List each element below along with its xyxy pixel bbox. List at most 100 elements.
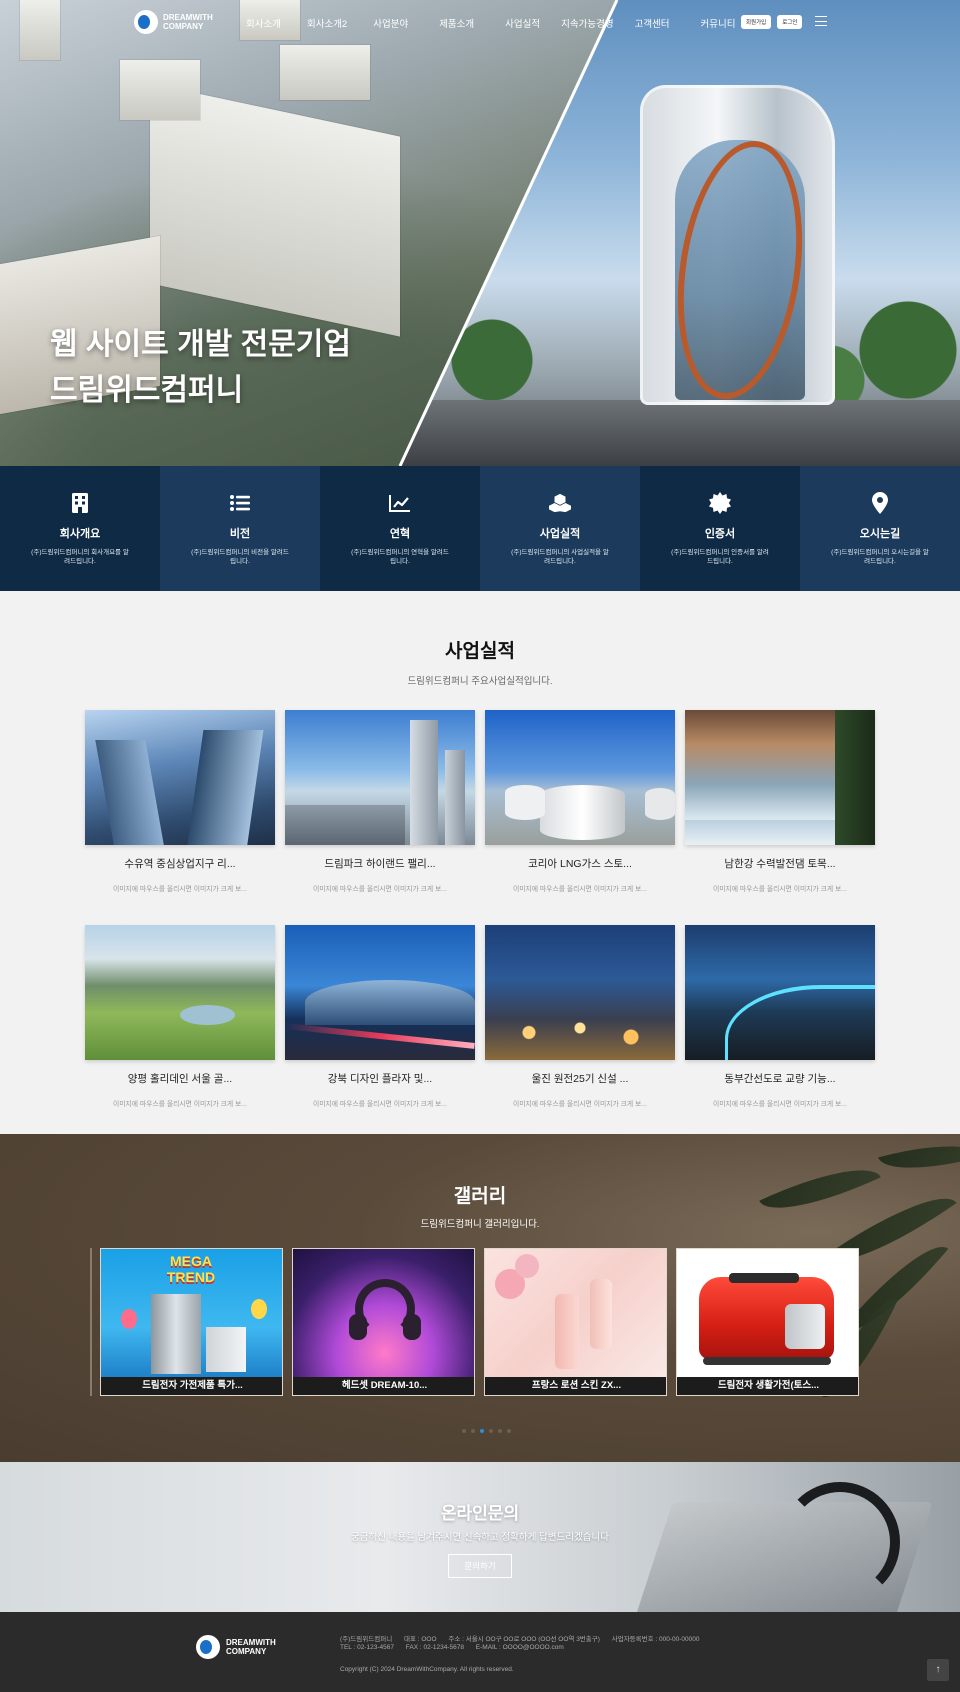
project-desc: 이미지에 마우스를 올리시면 이미지가 크게 보... [313, 1101, 447, 1108]
feature-desc: (주)드림위드컴퍼니의 사업실적을 알려드립니다. [511, 549, 609, 565]
project-card[interactable]: 드림파크 하이랜드 팰리... 이미지에 마우스를 올리시면 이미지가 크게 보… [285, 710, 475, 900]
hero-banner: 웹 사이트 개발 전문기업 드림위드컴퍼니 [0, 0, 960, 466]
feature-title: 인증서 [704, 528, 736, 540]
pagination-dot[interactable] [507, 1429, 511, 1433]
signup-button[interactable]: 회원가입 [741, 15, 772, 29]
logo-icon [134, 10, 158, 34]
project-title: 양평 홀리데인 서울 골... [127, 1073, 233, 1085]
feature-title: 연혁 [389, 528, 411, 540]
gallery-image[interactable] [293, 1249, 474, 1379]
map-pin-icon [869, 492, 891, 514]
feature-desc: (주)드림위드컴퍼니의 연혁을 알려드립니다. [351, 549, 449, 565]
feature-directions[interactable]: 오시는길 (주)드림위드컴퍼니의 오시는길을 알려드립니다. [800, 466, 960, 591]
project-thumbnail[interactable] [285, 710, 475, 845]
project-card[interactable]: 양평 홀리데인 서울 골... 이미지에 마우스를 올리시면 이미지가 크게 보… [85, 925, 275, 1115]
menu-item-products[interactable]: 제품소개 [439, 16, 474, 30]
pagination-dot[interactable] [498, 1429, 502, 1433]
menu-item-sustainability[interactable]: 지속가능경영 [561, 16, 613, 30]
main-menu: 회사소개 회사소개2 사업분야 제품소개 사업실적 지속가능경영 고객센터 커뮤… [246, 16, 736, 30]
feature-history[interactable]: 연혁 (주)드림위드컴퍼니의 연혁을 알려드립니다. [320, 466, 480, 591]
feature-title: 사업실적 [539, 528, 581, 540]
gallery-caption: 헤드셋 DREAM-10... [293, 1377, 474, 1395]
inquiry-subtitle: 궁금하신 내용을 남겨주시면 신속하고 정확하게 답변드리겠습니다 [351, 1532, 609, 1543]
project-card[interactable]: 강북 디자인 플라자 및... 이미지에 마우스를 올리시면 이미지가 크게 보… [285, 925, 475, 1115]
gallery-card[interactable]: 헤드셋 DREAM-10... [292, 1248, 475, 1396]
gallery-image[interactable] [485, 1249, 666, 1379]
project-title: 강북 디자인 플라자 및... [327, 1073, 433, 1085]
gallery-caption: 드림전자 가전제품 특가... [101, 1377, 282, 1395]
project-desc: 이미지에 마우스를 올리시면 이미지가 크게 보... [113, 1101, 247, 1108]
project-desc: 이미지에 마우스를 올리시면 이미지가 크게 보... [313, 886, 447, 893]
pagination-dot[interactable] [489, 1429, 493, 1433]
project-desc: 이미지에 마우스를 올리시면 이미지가 크게 보... [113, 886, 247, 893]
gallery-caption: 프랑스 로션 스킨 ZX... [485, 1377, 666, 1395]
project-thumbnail[interactable] [685, 925, 875, 1060]
project-thumbnail[interactable] [85, 925, 275, 1060]
project-title: 코리아 LNG가스 스토... [528, 858, 632, 870]
inquiry-title: 온라인문의 [440, 1504, 520, 1523]
gallery-image[interactable] [677, 1249, 858, 1379]
menu-item-business[interactable]: 사업분야 [373, 16, 408, 30]
project-card[interactable]: 울진 원전25기 신설 ... 이미지에 마우스를 올리시면 이미지가 크게 보… [485, 925, 675, 1115]
footer-email: E-MAIL : OOOO@OOOO.com [475, 1644, 564, 1651]
gallery-subtitle: 드림위드컴퍼니 갤러리입니다. [420, 1219, 540, 1230]
feature-desc: (주)드림위드컴퍼니의 인증서를 알려드립니다. [671, 549, 769, 565]
cubes-icon [549, 492, 571, 514]
menu-item-community[interactable]: 커뮤니티 [701, 16, 736, 30]
footer-info-line-2: TEL : 02-123-4567 FAX : 02-1234-5678 E-M… [340, 1644, 574, 1651]
menu-item-about[interactable]: 회사소개 [246, 16, 281, 30]
scroll-top-button[interactable]: ↑ [927, 1659, 949, 1681]
menu-item-support[interactable]: 고객센터 [635, 16, 670, 30]
site-logo[interactable]: DREAMWITH COMPANY [134, 10, 213, 34]
chart-line-icon [389, 492, 411, 514]
login-button[interactable]: 로그인 [777, 15, 803, 29]
feature-projects[interactable]: 사업실적 (주)드림위드컴퍼니의 사업실적을 알려드립니다. [480, 466, 640, 591]
project-thumbnail[interactable] [285, 925, 475, 1060]
hamburger-menu-icon[interactable] [815, 16, 827, 26]
project-card[interactable]: 남한강 수력발전댐 토목... 이미지에 마우스를 올리시면 이미지가 크게 보… [685, 710, 875, 900]
feature-vision[interactable]: 비전 (주)드림위드컴퍼니의 비전을 알려드립니다. [160, 466, 320, 591]
feature-company-overview[interactable]: 회사개요 (주)드림위드컴퍼니의 회사개요를 알려드립니다. [0, 466, 160, 591]
project-card[interactable]: 동부간선도로 교량 기능... 이미지에 마우스를 올리시면 이미지가 크게 보… [685, 925, 875, 1115]
feature-title: 회사개요 [59, 528, 101, 540]
pagination-dot[interactable] [471, 1429, 475, 1433]
pagination-dot[interactable] [462, 1429, 466, 1433]
project-thumbnail[interactable] [485, 710, 675, 845]
hero-line-1: 웹 사이트 개발 전문기업 [50, 328, 352, 361]
project-thumbnail[interactable] [485, 925, 675, 1060]
gallery-card[interactable]: 프랑스 로션 스킨 ZX... [484, 1248, 667, 1396]
gallery-card[interactable]: 드림전자 생활가전(토스... [676, 1248, 859, 1396]
project-thumbnail[interactable] [85, 710, 275, 845]
top-navigation: DREAMWITH COMPANY 회사소개 회사소개2 사업분야 제품소개 사업… [0, 0, 960, 44]
feature-title: 오시는길 [859, 528, 901, 540]
gallery-title: 갤러리 [453, 1186, 507, 1207]
project-title: 남한강 수력발전댐 토목... [724, 858, 836, 870]
feature-certificates[interactable]: 인증서 (주)드림위드컴퍼니의 인증서를 알려드립니다. [640, 466, 800, 591]
footer-logo[interactable]: DREAMWITH COMPANY [196, 1635, 276, 1659]
arrow-up-icon: ↑ [935, 1664, 941, 1675]
gallery-card[interactable]: MEGA TREND 드림전자 가전제품 특가... [100, 1248, 283, 1396]
inquiry-button[interactable]: 문의하기 [448, 1554, 512, 1578]
feature-desc: (주)드림위드컴퍼니의 비전을 알려드립니다. [191, 549, 289, 565]
logo-icon [196, 1635, 220, 1659]
project-title: 울진 원전25기 신설 ... [531, 1073, 629, 1085]
projects-section-title: 사업실적 [445, 641, 515, 662]
menu-item-about2[interactable]: 회사소개2 [307, 16, 347, 30]
gallery-image[interactable]: MEGA TREND [101, 1249, 282, 1379]
footer-bizno: 사업자등록번호 : 000-00-00000 [611, 1636, 700, 1643]
menu-item-projects[interactable]: 사업실적 [505, 16, 540, 30]
footer-copyright: Copyright (C) 2024 DreamWithCompany. All… [340, 1666, 514, 1673]
project-card[interactable]: 코리아 LNG가스 스토... 이미지에 마우스를 올리시면 이미지가 크게 보… [485, 710, 675, 900]
footer-logo-text: DREAMWITH COMPANY [226, 1638, 276, 1656]
project-thumbnail[interactable] [685, 710, 875, 845]
pagination-dot-active[interactable] [480, 1429, 484, 1433]
site-footer [0, 1612, 960, 1692]
hero-headline: 웹 사이트 개발 전문기업 드림위드컴퍼니 [50, 322, 351, 414]
gallery-caption: 드림전자 생활가전(토스... [677, 1377, 858, 1395]
project-card[interactable]: 수유역 중심상업지구 리... 이미지에 마우스를 올리시면 이미지가 크게 보… [85, 710, 275, 900]
footer-info-line-1: (주)드림위드컴퍼니 대표 : OOO 주소 : 서울시 OO구 OO로 OOO… [340, 1633, 710, 1643]
mega-trend-badge: MEGA TREND [166, 1253, 216, 1285]
project-title: 동부간선도로 교량 기능... [724, 1073, 836, 1085]
logo-text: DREAMWITH COMPANY [163, 13, 213, 31]
building-icon [69, 492, 91, 514]
